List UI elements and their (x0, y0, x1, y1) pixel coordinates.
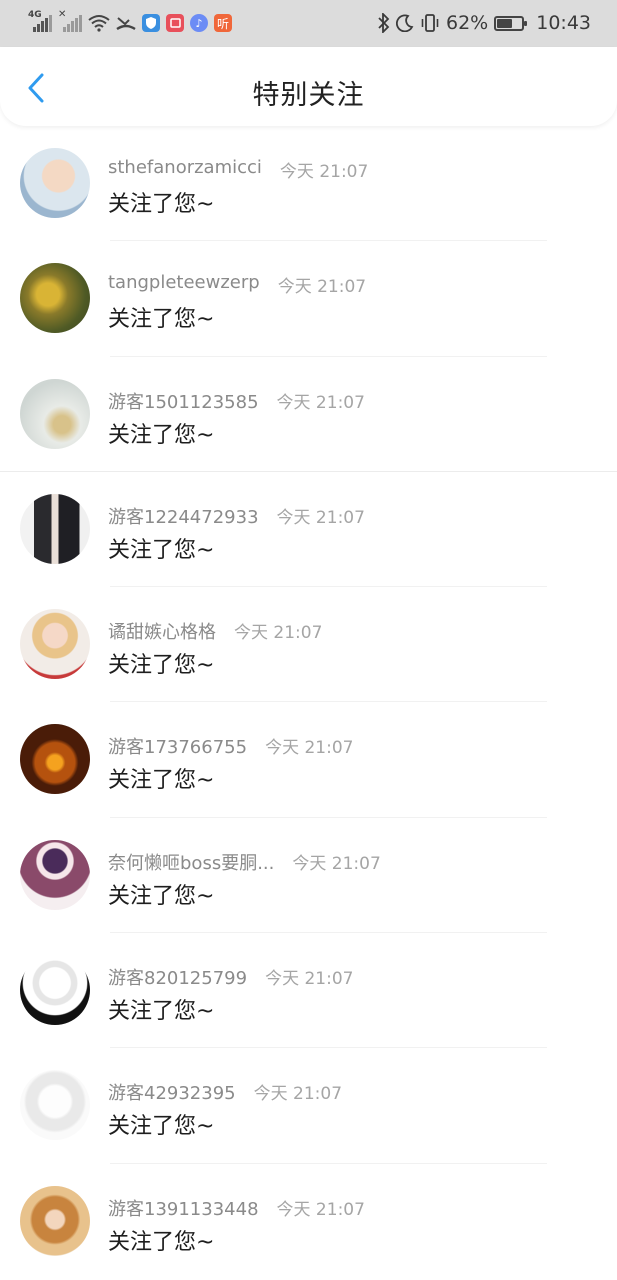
list-item[interactable]: 游客1224472933 今天 21:07 关注了您~ (0, 472, 617, 588)
bluetooth-icon (378, 13, 390, 33)
timestamp: 今天 21:07 (253, 1084, 343, 1105)
cellular-signal-icon: 4G (28, 10, 52, 34)
status-bar: 4G ✕ ♪ 听 62% 10:43 (0, 0, 617, 47)
list-item[interactable]: tangpleteewzerp 今天 21:07 关注了您~ (0, 241, 617, 357)
status-bar-left: 4G ✕ ♪ 听 (28, 9, 232, 36)
notification-message: 关注了您~ (108, 1229, 215, 1255)
notification-message: 关注了您~ (108, 422, 215, 448)
timestamp: 今天 21:07 (292, 853, 381, 874)
user-name[interactable]: 游客1501123585 (108, 388, 259, 414)
list-item[interactable]: 游客1391133448 今天 21:07 关注了您~ (0, 1164, 617, 1279)
user-name[interactable]: 谲甜嫉心格格 (108, 618, 216, 644)
user-name[interactable]: tangpleteewzerp (108, 272, 260, 297)
shield-app-icon (142, 14, 160, 32)
battery-percent: 62% (446, 12, 489, 34)
notification-message: 关注了您~ (108, 883, 215, 909)
avatar[interactable] (20, 609, 90, 680)
timestamp: 今天 21:07 (276, 1199, 365, 1220)
battery-icon (494, 15, 528, 31)
vibrate-icon (421, 14, 439, 32)
avatar[interactable] (20, 1070, 90, 1141)
notification-message: 关注了您~ (108, 1114, 215, 1140)
notification-message: 关注了您~ (108, 999, 215, 1025)
timestamp: 今天 21:07 (234, 623, 323, 644)
user-name[interactable]: sthefanorzamicci (108, 157, 262, 182)
timestamp: 今天 21:07 (277, 277, 367, 298)
avatar[interactable] (20, 724, 90, 795)
timestamp: 今天 21:07 (265, 738, 354, 759)
timestamp: 今天 21:07 (276, 507, 365, 528)
list-item[interactable]: 奈何懒咂boss要胴... 今天 21:07 关注了您~ (0, 818, 617, 934)
missed-call-icon (116, 17, 136, 31)
list-item[interactable]: 游客820125799 今天 21:07 关注了您~ (0, 933, 617, 1049)
avatar[interactable] (20, 493, 90, 564)
page-title: 特别关注 (252, 80, 365, 111)
user-name[interactable]: 游客820125799 (108, 964, 247, 990)
notification-message: 关注了您~ (108, 537, 215, 563)
user-name[interactable]: 游客1391133448 (108, 1195, 259, 1221)
notification-message: 关注了您~ (108, 192, 215, 217)
list-item[interactable]: 游客173766755 今天 21:07 关注了您~ (0, 702, 617, 818)
timestamp: 今天 21:07 (279, 162, 369, 182)
list-item[interactable]: 谲甜嫉心格格 今天 21:07 关注了您~ (0, 587, 617, 703)
cellular-signal-2-icon: ✕ (58, 9, 82, 34)
clock: 10:43 (536, 12, 591, 34)
list-item[interactable]: sthefanorzamicci 今天 21:07 关注了您~ (0, 126, 617, 242)
list-item[interactable]: 游客42932395 今天 21:07 关注了您~ (0, 1048, 617, 1164)
avatar[interactable] (20, 148, 90, 218)
avatar[interactable] (20, 378, 90, 449)
music-app-icon: ♪ (190, 14, 208, 32)
user-name[interactable]: 奈何懒咂boss要胴... (108, 849, 274, 875)
user-name[interactable]: 游客42932395 (108, 1079, 236, 1105)
listen-app-icon: 听 (214, 14, 232, 32)
status-bar-right: 62% 10:43 (378, 10, 591, 36)
notification-list: sthefanorzamicci 今天 21:07 关注了您~ tangplet… (0, 126, 617, 1279)
notification-message: 关注了您~ (108, 307, 215, 333)
list-item[interactable]: 游客1501123585 今天 21:07 关注了您~ (0, 357, 617, 472)
avatar[interactable] (20, 1185, 90, 1256)
avatar[interactable] (20, 839, 90, 910)
notification-message: 关注了您~ (108, 768, 215, 794)
timestamp: 今天 21:07 (276, 392, 365, 413)
notification-message: 关注了您~ (108, 653, 215, 679)
user-name[interactable]: 游客1224472933 (108, 503, 259, 529)
wifi-icon (88, 15, 110, 32)
moon-icon (396, 14, 414, 32)
user-name[interactable]: 游客173766755 (108, 733, 247, 759)
timestamp: 今天 21:07 (265, 969, 354, 990)
nav-bar: 特别关注 (0, 47, 617, 126)
avatar[interactable] (20, 955, 90, 1026)
book-app-icon (166, 14, 184, 32)
avatar[interactable] (20, 263, 90, 334)
